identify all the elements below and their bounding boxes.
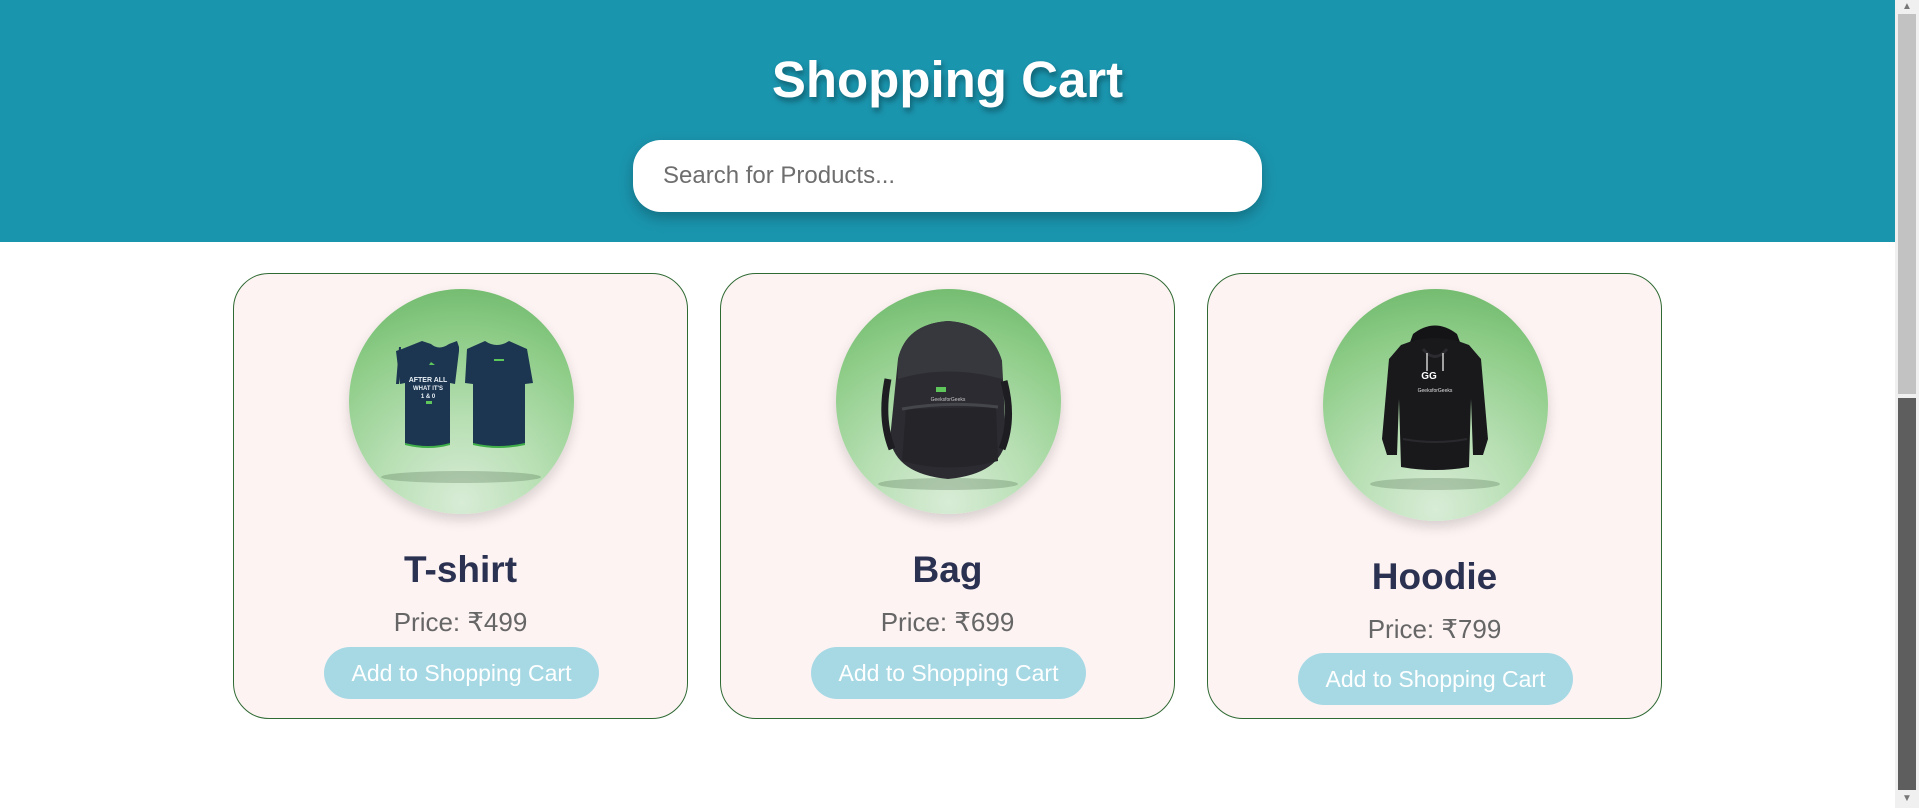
- hoodie-icon: GG GeeksforGeeks: [1370, 325, 1500, 490]
- bag-image: GeeksforGeeks: [836, 289, 1061, 514]
- add-to-cart-button[interactable]: Add to Shopping Cart: [324, 647, 599, 699]
- scroll-down-arrow-icon[interactable]: ▼: [1895, 790, 1919, 808]
- search-input[interactable]: [633, 140, 1262, 212]
- page-title: Shopping Cart: [771, 51, 1124, 108]
- backpack-icon: GeeksforGeeks: [878, 321, 1018, 490]
- product-card-bag: GeeksforGeeks Bag Price: ₹699 Add to Sho…: [720, 273, 1175, 719]
- product-price: Price: ₹699: [880, 607, 1015, 637]
- product-card-tshirt: AFTER ALL WHAT IT'S 1 & 0 T-shirt Price:…: [233, 273, 688, 719]
- scrollbar-track[interactable]: [1898, 398, 1916, 790]
- scrollbar-thumb[interactable]: [1898, 14, 1916, 394]
- svg-text:WHAT IT'S: WHAT IT'S: [413, 386, 443, 392]
- product-price: Price: ₹499: [393, 607, 528, 637]
- header: Shopping Cart: [0, 0, 1895, 242]
- svg-text:GeeksforGeeks: GeeksforGeeks: [1418, 388, 1453, 394]
- add-to-cart-button[interactable]: Add to Shopping Cart: [811, 647, 1086, 699]
- product-name: Hoodie: [1371, 556, 1498, 597]
- page: Shopping Cart AFTER ALL WHAT IT'S 1 & 0: [0, 0, 1895, 808]
- svg-text:1 & 0: 1 & 0: [421, 394, 436, 400]
- svg-text:AFTER ALL: AFTER ALL: [409, 377, 448, 384]
- product-price: Price: ₹799: [1367, 614, 1502, 644]
- add-to-cart-button[interactable]: Add to Shopping Cart: [1298, 653, 1573, 705]
- product-name: T-shirt: [403, 549, 518, 590]
- svg-text:GeeksforGeeks: GeeksforGeeks: [931, 397, 966, 403]
- hoodie-image: GG GeeksforGeeks: [1323, 289, 1548, 521]
- tshirt-image: AFTER ALL WHAT IT'S 1 & 0: [349, 289, 574, 514]
- product-name: Bag: [912, 549, 983, 590]
- tshirt-icon: AFTER ALL WHAT IT'S 1 & 0: [381, 341, 541, 483]
- svg-text:GG: GG: [1421, 371, 1437, 382]
- product-card-hoodie: GG GeeksforGeeks Hoodie Price: ₹799 Add …: [1207, 273, 1662, 719]
- vertical-scrollbar[interactable]: ▲ ▼: [1895, 0, 1919, 808]
